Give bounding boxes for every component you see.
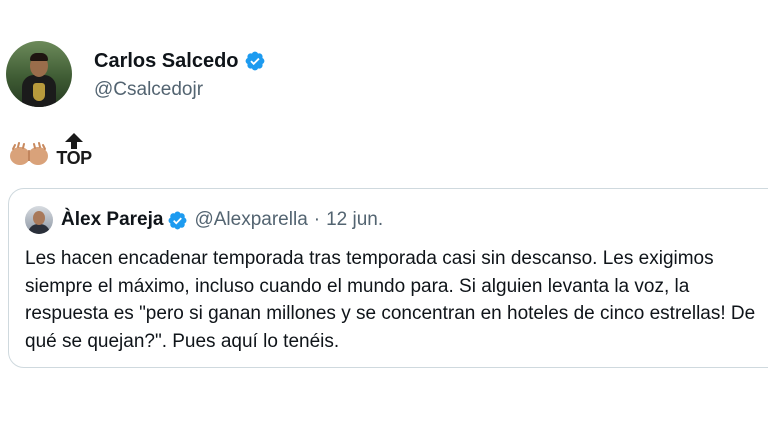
author-handle[interactable]: @Csalcedojr — [94, 79, 266, 101]
tweet-view: Carlos Salcedo @Csalcedojr TOP Àlex Pare… — [0, 0, 768, 432]
quoted-tweet-text: Les hacen encadenar temporada tras tempo… — [25, 248, 756, 352]
verified-badge-icon — [169, 211, 187, 229]
separator-dot: · — [313, 209, 321, 230]
quoted-author-display-name: Àlex Pareja — [61, 209, 164, 230]
quoted-author-avatar — [25, 206, 53, 234]
author-avatar[interactable] — [6, 41, 72, 107]
author-display-name[interactable]: Carlos Salcedo — [94, 50, 239, 73]
quoted-tweet-header: Àlex Pareja @Alexparella · 12 jun. — [25, 206, 383, 234]
quoted-tweet-date[interactable]: 12 jun. — [326, 209, 383, 231]
quoted-author-handle: @Alexparella — [194, 209, 308, 230]
tweet-header: Carlos Salcedo @Csalcedojr — [6, 41, 266, 107]
quoted-tweet-card[interactable]: Àlex Pareja @Alexparella · 12 jun. Les h… — [8, 188, 768, 368]
verified-badge-icon — [245, 51, 264, 71]
raised-hands-icon — [10, 142, 48, 165]
top-arrow-icon: TOP — [53, 133, 95, 167]
author-names: Carlos Salcedo @Csalcedojr — [94, 47, 266, 101]
top-label: TOP — [56, 148, 92, 168]
tweet-body: TOP — [9, 133, 95, 167]
